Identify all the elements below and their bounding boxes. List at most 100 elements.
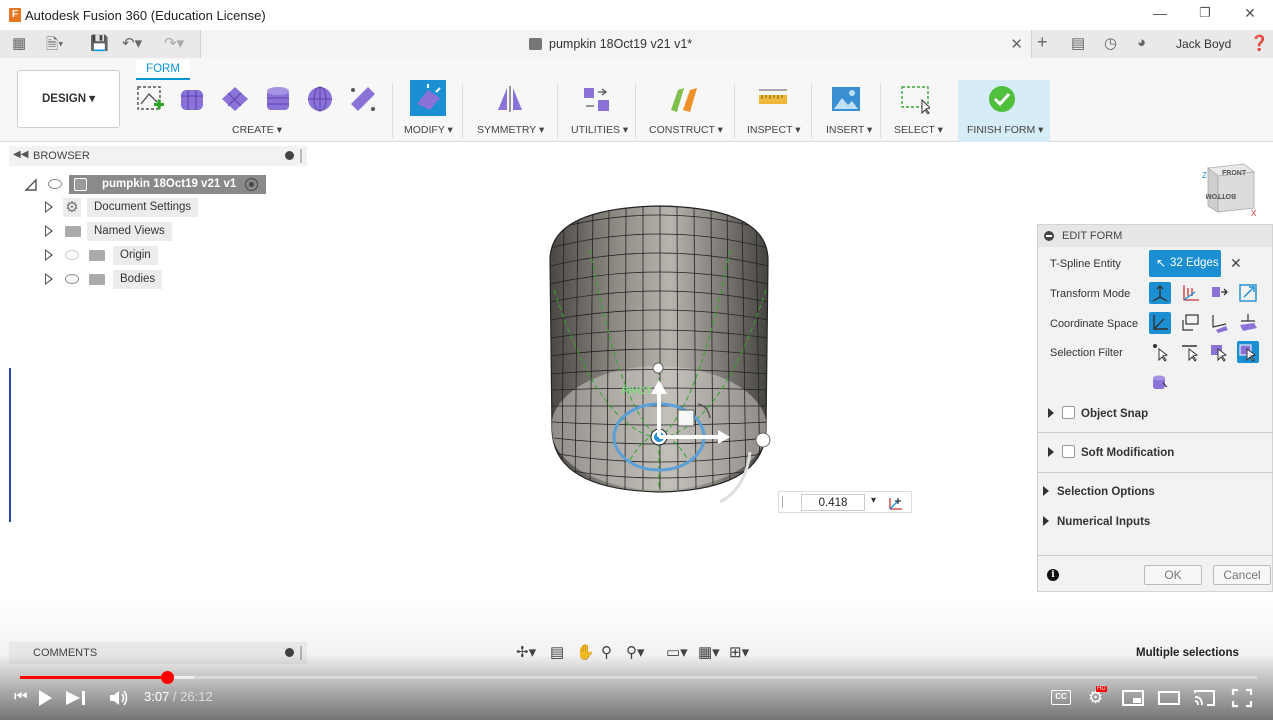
zoom-icon[interactable]: ⚲ [601, 643, 612, 661]
settings-gear-icon[interactable]: ⚙ HD [1088, 686, 1107, 708]
collapse-dialog-icon[interactable] [1044, 231, 1054, 241]
grid-settings-icon[interactable]: ▦▾ [698, 643, 720, 661]
insert-group-label[interactable]: INSERT ▾ [826, 124, 872, 136]
edit-form-icon[interactable] [410, 80, 446, 116]
object-filter-icon[interactable] [1149, 371, 1171, 393]
symmetry-group-label[interactable]: SYMMETRY ▾ [477, 124, 544, 136]
selection-options-row[interactable]: Selection Options [1043, 486, 1273, 498]
object-snap-checkbox[interactable] [1062, 406, 1075, 419]
vertex-filter-icon[interactable] [1149, 341, 1171, 363]
info-icon[interactable]: i [1047, 569, 1059, 581]
soft-modification-row[interactable]: Soft Modification [1048, 445, 1273, 459]
move-axes-icon[interactable] [887, 494, 905, 512]
expand-triangle-icon[interactable] [45, 201, 53, 213]
construct-group-label[interactable]: CONSTRUCT ▾ [649, 124, 723, 136]
panel-grip-icon[interactable] [300, 149, 302, 163]
modify-group-label[interactable]: MODIFY ▾ [404, 124, 453, 136]
cylinder-icon[interactable] [263, 84, 293, 114]
panel-grip-icon[interactable] [300, 646, 302, 660]
hidden-eye-icon[interactable] [65, 250, 79, 260]
sketch-create-icon[interactable] [135, 84, 165, 114]
edge-filter-icon[interactable] [1179, 341, 1201, 363]
plane-icon[interactable] [220, 84, 250, 114]
model-body[interactable] [549, 205, 769, 493]
captions-icon[interactable]: CC [1051, 690, 1071, 705]
next-video-icon[interactable] [64, 688, 90, 708]
user-account[interactable]: Jack Boyd [1176, 37, 1231, 51]
browser-item-document-settings[interactable]: ⚙ Document Settings [43, 198, 243, 217]
soft-modification-checkbox[interactable] [1062, 445, 1075, 458]
translate-mode-icon[interactable] [1179, 282, 1201, 304]
display-settings-icon[interactable]: ▭▾ [666, 643, 688, 661]
browser-root-node[interactable]: pumpkin 18Oct19 v21 v1 [24, 175, 274, 194]
utilities-group-label[interactable]: UTILITIES ▾ [571, 124, 628, 136]
previous-video-icon[interactable]: ⏮ [14, 688, 28, 708]
body-filter-icon[interactable] [1237, 341, 1259, 363]
sphere-icon[interactable] [305, 84, 335, 114]
fit-icon[interactable]: ⚲▾ [626, 643, 645, 661]
expanded-triangle-icon[interactable] [24, 178, 38, 192]
visibility-eye-icon[interactable] [48, 179, 62, 189]
undo-icon[interactable]: ↶▾ [122, 34, 142, 52]
expand-triangle-icon[interactable] [1048, 408, 1054, 418]
file-menu-icon[interactable]: 🗎▾ [46, 34, 64, 59]
maximize-button[interactable]: ❐ [1195, 5, 1215, 21]
view-cube[interactable]: FRONT BOTTOM Z X [1200, 158, 1258, 218]
cast-icon[interactable] [1193, 688, 1217, 708]
face-filter-icon[interactable] [1208, 341, 1230, 363]
tspline-model-viewport[interactable]: PIVOT [430, 190, 790, 510]
orbit-icon[interactable]: ✢▾ [516, 643, 536, 661]
apps-grid-icon[interactable]: ▦ [12, 34, 26, 52]
ok-button[interactable]: OK [1144, 565, 1202, 585]
comments-panel-header[interactable]: COMMENTS [9, 642, 307, 664]
select-group-label[interactable]: SELECT ▾ [894, 124, 943, 136]
expand-triangle-icon[interactable] [1048, 447, 1054, 457]
workspace-switcher-button[interactable]: DESIGN ▾ [17, 70, 120, 128]
tab-form[interactable]: FORM [136, 60, 190, 80]
cancel-button[interactable]: Cancel [1213, 565, 1271, 585]
insert-image-icon[interactable] [831, 84, 861, 114]
view-space-icon[interactable] [1179, 312, 1201, 334]
mirror-icon[interactable] [495, 84, 525, 114]
per-face-space-icon[interactable] [1237, 312, 1259, 334]
box-icon[interactable] [178, 84, 208, 114]
activate-radio-icon[interactable] [245, 178, 258, 191]
document-tab[interactable]: pumpkin 18Oct19 v21 v1* ✕ [200, 30, 1032, 58]
pan-icon[interactable]: ✋ [576, 643, 595, 661]
video-progress-bar[interactable] [20, 676, 1257, 679]
expand-triangle-icon[interactable] [45, 273, 53, 285]
quadball-icon[interactable] [348, 84, 378, 114]
collapse-browser-icon[interactable]: ◀◀ [13, 149, 28, 160]
expand-triangle-icon[interactable] [45, 225, 53, 237]
inspect-group-label[interactable]: INSPECT ▾ [747, 124, 801, 136]
measure-icon[interactable] [758, 84, 788, 114]
miniplayer-icon[interactable] [1122, 690, 1144, 706]
clock-icon[interactable]: ◕ [1137, 34, 1146, 51]
look-at-icon[interactable]: ▤ [550, 643, 564, 661]
expand-triangle-icon[interactable] [1043, 486, 1049, 496]
browser-item-origin[interactable]: Origin [43, 246, 243, 265]
play-icon[interactable] [36, 688, 54, 708]
fullscreen-icon[interactable] [1231, 688, 1253, 708]
video-scrubber-handle[interactable] [161, 671, 175, 684]
multi-transform-icon[interactable] [1149, 282, 1171, 304]
numerical-inputs-row[interactable]: Numerical Inputs [1043, 516, 1273, 528]
window-select-icon[interactable] [900, 84, 930, 114]
local-space-icon[interactable] [1208, 312, 1230, 334]
browser-item-bodies[interactable]: Bodies [43, 270, 243, 289]
expand-triangle-icon[interactable] [45, 249, 53, 261]
create-group-label[interactable]: CREATE ▾ [232, 124, 282, 136]
scale-mode-icon[interactable] [1237, 282, 1259, 304]
browser-item-named-views[interactable]: Named Views [43, 222, 243, 241]
close-tab-icon[interactable]: ✕ [1010, 35, 1023, 53]
volume-icon[interactable] [108, 688, 132, 708]
rotate-mode-icon[interactable] [1208, 282, 1230, 304]
expand-triangle-icon[interactable] [1043, 516, 1049, 526]
distance-input[interactable] [801, 494, 865, 511]
offset-plane-icon[interactable] [669, 84, 699, 114]
browser-pin-icon[interactable] [285, 151, 294, 160]
utilities-icon[interactable] [582, 84, 612, 114]
add-comment-icon[interactable] [285, 648, 294, 657]
redo-icon[interactable]: ↷▾ [164, 34, 184, 52]
new-tab-icon[interactable]: + [1037, 32, 1048, 53]
